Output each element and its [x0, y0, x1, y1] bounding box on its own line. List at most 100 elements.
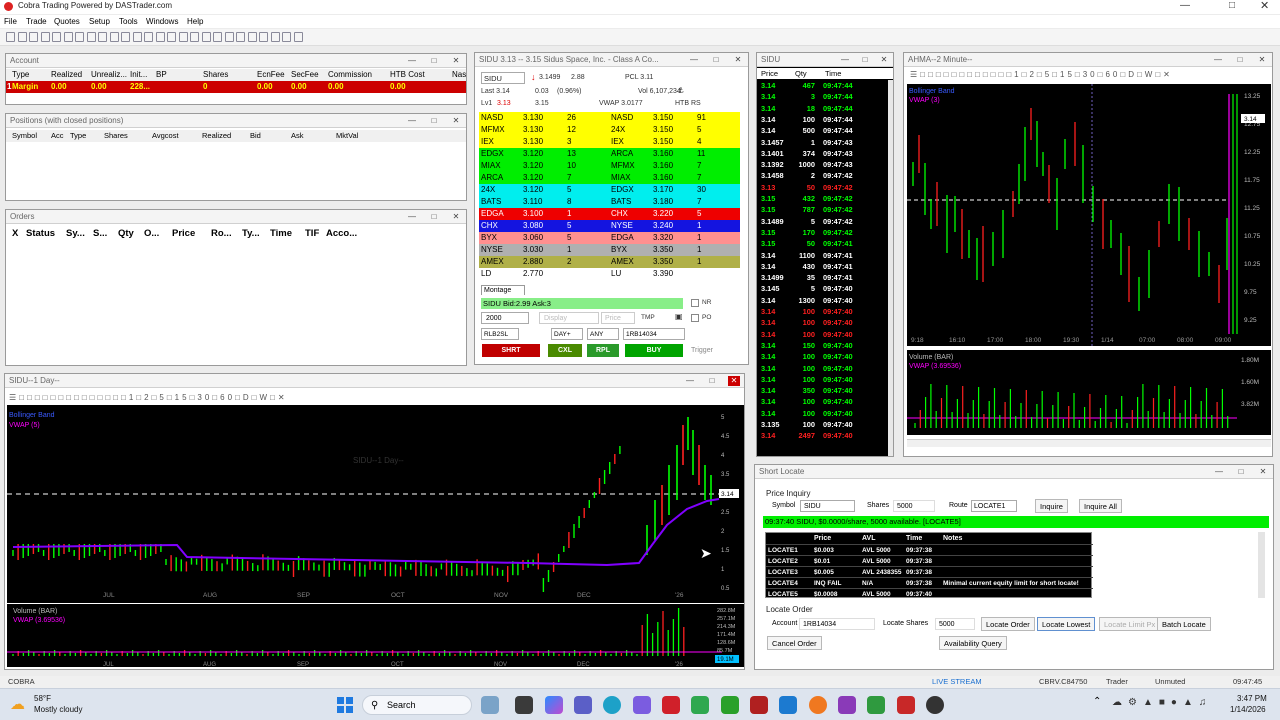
maximize-icon[interactable]: □	[859, 55, 871, 65]
app-icon-purple[interactable]	[838, 696, 856, 714]
toolbar-icon[interactable]	[17, 32, 27, 42]
trigger-button[interactable]: Trigger	[691, 344, 713, 357]
maximize-icon[interactable]: □	[428, 212, 440, 222]
locate-symbol-input[interactable]: SIDU	[800, 500, 855, 512]
cobra-app-icon[interactable]	[750, 696, 768, 714]
start-icon[interactable]	[337, 697, 353, 713]
menu-item-quotes[interactable]: Quotes	[54, 15, 80, 28]
close-icon[interactable]: ✕	[450, 212, 462, 222]
ask-row[interactable]: BYX 3.350 1	[609, 244, 740, 256]
short-button[interactable]: SHRT	[482, 344, 540, 357]
toolbar-icon[interactable]	[75, 32, 84, 42]
menu-item-tools[interactable]: Tools	[119, 15, 138, 28]
minimize-icon[interactable]: —	[406, 116, 418, 126]
close-icon[interactable]: ✕	[1256, 55, 1268, 65]
toolbar-icon[interactable]	[282, 32, 291, 42]
price-field[interactable]: Price	[601, 312, 635, 324]
toolbar-icon[interactable]	[40, 32, 50, 42]
locate-row[interactable]: LOCATE5 $0.0008 AVL 5000 09:37:40	[766, 588, 1093, 599]
toolbar-icon[interactable]	[155, 32, 165, 42]
toolbar-icon[interactable]	[167, 32, 176, 42]
chart1-volume-plot[interactable]: Volume (BAR) VWAP (3.69536) 282.8M 257.1M 21…	[7, 604, 744, 667]
github-icon[interactable]	[926, 696, 944, 714]
minimize-icon[interactable]: —	[1180, 0, 1190, 11]
bid-row[interactable]: MFMX 3.130 12	[479, 124, 609, 136]
toolbar-icon[interactable]	[259, 32, 268, 42]
maximize-icon[interactable]: □	[428, 116, 440, 126]
toolbar-icon[interactable]	[121, 32, 130, 42]
ask-row[interactable]: NASD 3.150 91	[609, 112, 740, 124]
close-icon[interactable]: ✕	[732, 55, 744, 65]
minimize-icon[interactable]: —	[839, 55, 851, 65]
menu-item-windows[interactable]: Windows	[146, 15, 178, 28]
toolbar-icon[interactable]	[213, 32, 222, 42]
inquire-all-button[interactable]: Inquire All	[1079, 499, 1122, 513]
minimize-icon[interactable]: —	[406, 212, 418, 222]
bid-row[interactable]: AMEX 2.880 2	[479, 256, 609, 268]
ask-row[interactable]: ARCA 3.160 11	[609, 148, 740, 160]
menu-item-help[interactable]: Help	[187, 15, 203, 28]
copilot-icon[interactable]	[545, 696, 563, 714]
nr-checkbox[interactable]	[691, 299, 699, 307]
bid-row[interactable]: NASD 3.130 26	[479, 112, 609, 124]
toolbar-icon[interactable]	[98, 32, 107, 42]
locate-route-select[interactable]: LOCATE1	[971, 500, 1017, 512]
ask-row[interactable]: MFMX 3.160 7	[609, 160, 740, 172]
ask-row[interactable]: 24X 3.150 5	[609, 124, 740, 136]
locate-order-shares[interactable]: 5000	[935, 618, 975, 630]
maximize-icon[interactable]: □	[428, 56, 440, 66]
maximize-icon[interactable]: □	[1229, 0, 1235, 11]
bid-row[interactable]: EDGX 3.120 13	[479, 148, 609, 160]
trading-app-icon[interactable]	[721, 696, 739, 714]
chart2-scrollbar[interactable]	[907, 439, 1271, 447]
adobe-icon[interactable]	[662, 696, 680, 714]
account-select[interactable]: 1RB14034	[623, 328, 685, 340]
toolbar-icon[interactable]	[201, 32, 211, 42]
weather-icon[interactable]: ☁	[10, 695, 25, 713]
minimize-icon[interactable]: —	[1213, 467, 1225, 477]
minimize-icon[interactable]: —	[1212, 55, 1224, 65]
close-icon[interactable]: ✕	[1257, 467, 1269, 477]
menu-item-file[interactable]: File	[4, 15, 17, 28]
toolbar-icon[interactable]	[132, 32, 142, 42]
cancel-button[interactable]: CXL	[548, 344, 582, 357]
ask-row[interactable]: MIAX 3.160 7	[609, 172, 740, 184]
account-row[interactable]: Margin 0.00 0.00 228... 0 0.00 0.00 0.00 0.00 1	[6, 81, 466, 93]
bid-row[interactable]: ARCA 3.120 7	[479, 172, 609, 184]
toolbar-icon[interactable]	[86, 32, 96, 42]
bid-row[interactable]: MIAX 3.120 10	[479, 160, 609, 172]
close-icon[interactable]: ✕	[878, 55, 890, 65]
bid-row[interactable]: LD 2.770	[479, 268, 609, 280]
toolbar-icon[interactable]	[224, 32, 234, 42]
edge-icon[interactable]	[603, 696, 621, 714]
bid-row[interactable]: IEX 3.130 3	[479, 136, 609, 148]
locate-table-scrollbar[interactable]	[1258, 532, 1265, 598]
chart2-volume-plot[interactable]: Volume (BAR) VWAP (3.69536) 1.80M 1.60M 3.82…	[907, 350, 1271, 435]
app-icon-1[interactable]	[481, 696, 499, 714]
route-select[interactable]: RLB2SL	[481, 328, 519, 340]
cancel-order-button[interactable]: Cancel Order	[767, 636, 822, 650]
tray-chevron-icon[interactable]: ⌃	[1093, 696, 1101, 707]
ask-row[interactable]: BATS 3.180 7	[609, 196, 740, 208]
bid-row[interactable]: CHX 3.080 5	[479, 220, 609, 232]
app-icon-green[interactable]	[867, 696, 885, 714]
montage-tab[interactable]: Montage	[481, 285, 525, 295]
condition-select[interactable]: ANY	[587, 328, 619, 340]
ask-row[interactable]: LU 3.390	[609, 268, 740, 280]
chat-icon[interactable]	[633, 696, 651, 714]
close-icon[interactable]: ✕	[450, 116, 462, 126]
locate-order-button[interactable]: Locate Order	[981, 617, 1035, 631]
locate-limit-button[interactable]: Locate Limit Px	[1099, 617, 1161, 631]
bid-row[interactable]: 24X 3.120 5	[479, 184, 609, 196]
bid-row[interactable]: NYSE 3.030 1	[479, 244, 609, 256]
toolbar-icon[interactable]	[293, 32, 303, 42]
ts-scrollbar[interactable]	[888, 80, 893, 456]
locate-row[interactable]: LOCATE1 $0.003 AVL 5000 09:37:38	[766, 544, 1093, 555]
toolbar-icon[interactable]	[270, 32, 280, 42]
bid-row[interactable]: EDGA 3.100 1	[479, 208, 609, 220]
taskbar-search[interactable]: ⚲ Search	[362, 695, 472, 715]
bid-row[interactable]: BATS 3.110 8	[479, 196, 609, 208]
locate-account-select[interactable]: 1RB14034	[799, 618, 875, 630]
menu-item-setup[interactable]: Setup	[89, 15, 110, 28]
store-icon[interactable]	[779, 696, 797, 714]
